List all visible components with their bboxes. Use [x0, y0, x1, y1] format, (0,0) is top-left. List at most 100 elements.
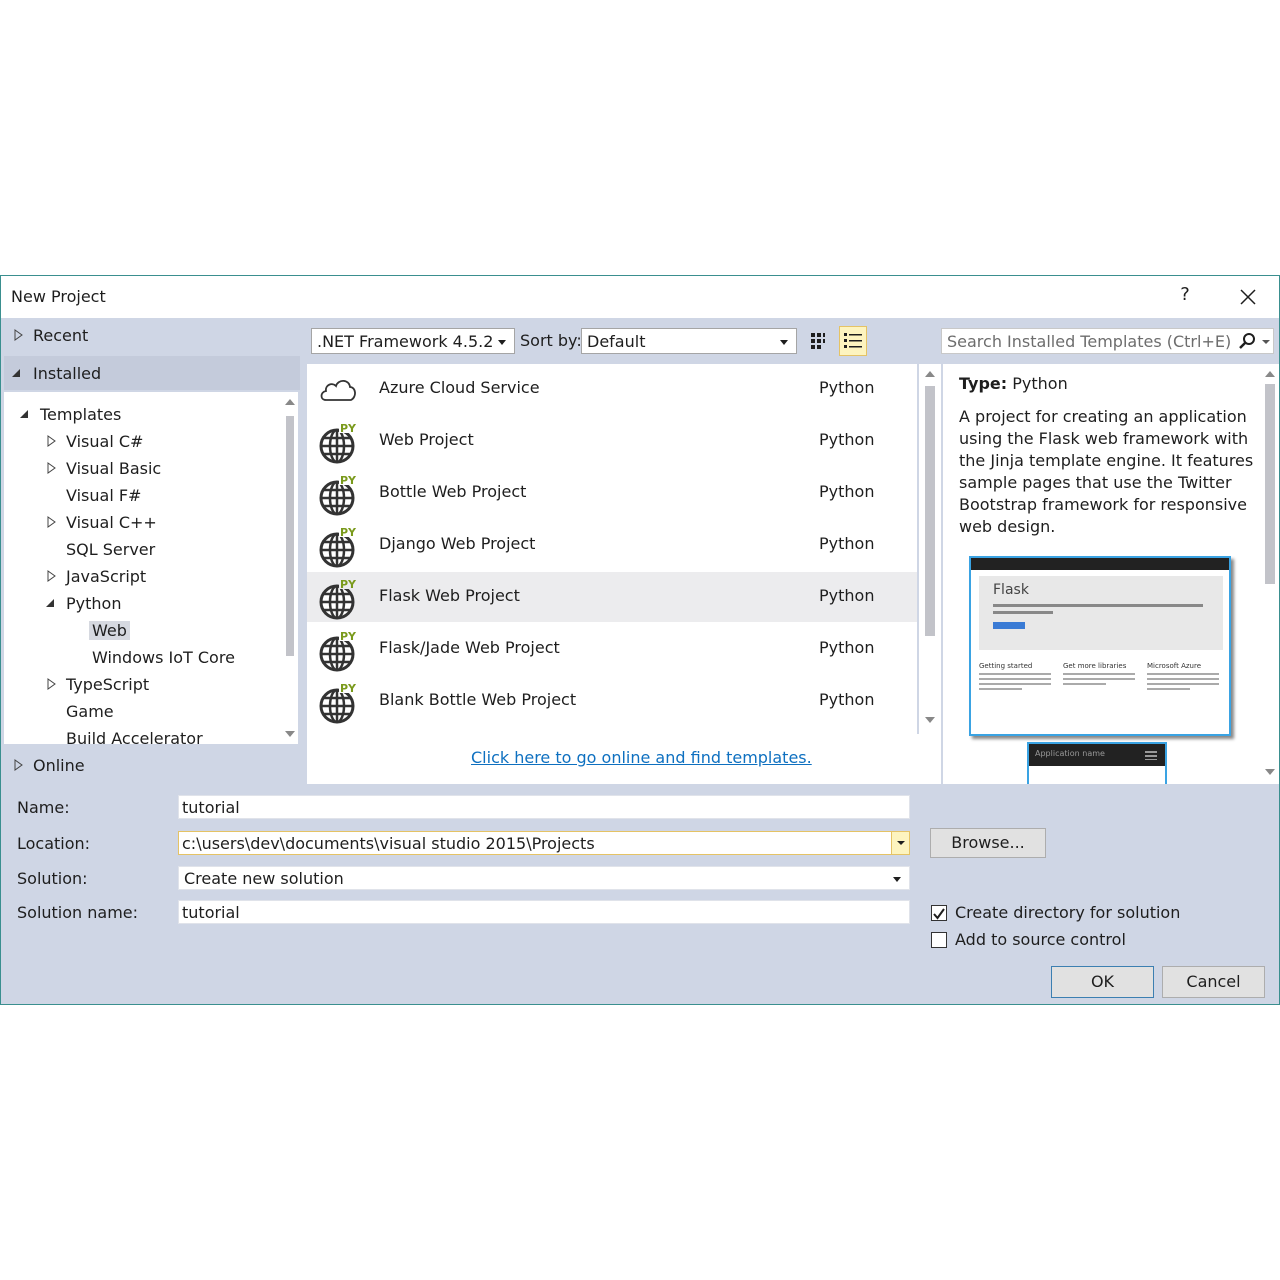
tree-item-templates[interactable]: Templates	[4, 402, 274, 428]
svg-text:PY: PY	[340, 526, 357, 539]
name-field[interactable]: tutorial	[178, 795, 910, 819]
dialog-title: New Project	[11, 287, 106, 306]
scroll-down-icon	[925, 717, 935, 723]
template-language: Python	[819, 586, 875, 605]
python-globe-icon: PY	[319, 422, 359, 464]
tree-item-python[interactable]: Python	[4, 591, 274, 617]
create-directory-label: Create directory for solution	[955, 903, 1181, 922]
framework-select[interactable]: .NET Framework 4.5.2	[311, 328, 515, 354]
tree-label: Windows IoT Core	[92, 648, 235, 667]
sort-by-label: Sort by:	[520, 331, 582, 350]
browse-button[interactable]: Browse...	[930, 828, 1046, 858]
find-online-templates-link[interactable]: Click here to go online and find templat…	[471, 748, 812, 767]
template-name: Blank Bottle Web Project	[379, 690, 577, 709]
tree-item-visual-csharp[interactable]: Visual C#	[4, 429, 274, 455]
template-row-django-web-project[interactable]: PY Django Web Project Python	[307, 520, 917, 570]
cancel-button[interactable]: Cancel	[1162, 966, 1265, 998]
tree-label: Visual Basic	[66, 459, 162, 478]
nav-online[interactable]: Online	[1, 748, 299, 782]
scroll-down-icon	[1265, 769, 1275, 775]
source-control-label: Add to source control	[955, 930, 1126, 949]
nav-installed[interactable]: Installed	[4, 356, 300, 390]
search-options-chevron-icon[interactable]	[1262, 340, 1270, 344]
template-row-web-project[interactable]: PY Web Project Python	[307, 416, 917, 466]
location-label: Location:	[17, 834, 91, 853]
source-control-checkbox[interactable]	[931, 932, 947, 948]
chevron-down-icon	[893, 877, 901, 882]
tree-label: TypeScript	[66, 675, 150, 694]
hamburger-menu-icon	[1145, 751, 1157, 760]
type-line: Type: Python	[959, 374, 1068, 393]
preview-mobile-navbar: Application name	[1029, 744, 1165, 766]
tree-item-visual-basic[interactable]: Visual Basic	[4, 456, 274, 482]
details-scroll-thumb[interactable]	[1265, 384, 1275, 584]
solution-name-field[interactable]: tutorial	[178, 900, 910, 924]
template-row-azure-cloud-service[interactable]: Azure Cloud Service Python	[307, 364, 917, 414]
location-field[interactable]: c:\users\dev\documents\visual studio 201…	[178, 831, 910, 855]
help-button[interactable]: ?	[1171, 284, 1199, 310]
tree-item-javascript[interactable]: JavaScript	[4, 564, 274, 590]
framework-value: .NET Framework 4.5.2	[317, 332, 494, 351]
preview-column: Getting started	[979, 662, 1051, 690]
solution-select[interactable]: Create new solution	[178, 866, 910, 890]
collapse-arrow-icon	[12, 369, 20, 377]
template-row-flask-web-project[interactable]: PY Flask Web Project Python	[307, 572, 917, 622]
tree-item-web[interactable]: Web	[4, 618, 274, 644]
template-row-flask-jade-web-project[interactable]: PY Flask/Jade Web Project Python	[307, 624, 917, 674]
tree-item-game[interactable]: Game	[4, 699, 274, 725]
template-list-scrollbar[interactable]	[919, 364, 941, 734]
template-name: Flask Web Project	[379, 586, 520, 605]
small-icons-view-button[interactable]	[807, 328, 831, 354]
template-tree: Templates Visual C# Visual Basic Visual …	[4, 392, 282, 744]
template-row-blank-bottle-web-project[interactable]: PY Blank Bottle Web Project Python	[307, 676, 917, 726]
tree-scrollbar[interactable]	[282, 392, 298, 744]
svg-text:PY: PY	[340, 422, 357, 435]
list-view-button[interactable]	[839, 326, 867, 356]
scroll-up-icon	[925, 371, 935, 377]
close-button[interactable]	[1233, 282, 1263, 312]
svg-text:PY: PY	[340, 682, 357, 695]
tree-label: Web	[89, 621, 130, 640]
chevron-down-icon	[897, 841, 905, 845]
tree-item-typescript[interactable]: TypeScript	[4, 672, 274, 698]
ok-button[interactable]: OK	[1051, 966, 1154, 998]
chevron-down-icon	[498, 340, 506, 345]
expand-arrow-icon	[47, 570, 56, 582]
tree-item-visual-cpp[interactable]: Visual C++	[4, 510, 274, 536]
tree-item-build-accelerator[interactable]: Build Accelerator	[4, 726, 274, 744]
tree-item-sql-server[interactable]: SQL Server	[4, 537, 274, 563]
search-box	[941, 328, 1274, 354]
expand-arrow-icon	[47, 462, 56, 474]
sort-select[interactable]: Default	[581, 328, 797, 354]
create-directory-checkbox[interactable]	[931, 905, 947, 921]
tree-label: SQL Server	[66, 540, 156, 559]
nav-installed-label: Installed	[33, 364, 102, 383]
template-preview-mobile: Application name	[1027, 742, 1167, 784]
search-icon[interactable]	[1238, 332, 1256, 350]
preview-mobile-title: Application name	[1035, 749, 1105, 758]
template-name: Flask/Jade Web Project	[379, 638, 560, 657]
scroll-up-icon	[1265, 371, 1275, 377]
expand-arrow-icon	[14, 759, 23, 771]
search-input[interactable]	[942, 329, 1232, 353]
details-scrollbar[interactable]	[1259, 364, 1279, 784]
location-dropdown-button[interactable]	[891, 832, 909, 854]
template-language: Python	[819, 534, 875, 553]
preview-hero: Flask	[979, 576, 1223, 650]
template-row-bottle-web-project[interactable]: PY Bottle Web Project Python	[307, 468, 917, 518]
tree-item-windows-iot-core[interactable]: Windows IoT Core	[4, 645, 274, 671]
preview-column-heading: Getting started	[979, 662, 1033, 670]
tree-label: Visual F#	[66, 486, 142, 505]
solution-name-value: tutorial	[182, 903, 240, 922]
python-globe-icon: PY	[319, 630, 359, 672]
template-name: Azure Cloud Service	[379, 378, 540, 397]
template-list-scroll-thumb[interactable]	[925, 386, 935, 636]
tree-item-visual-fsharp[interactable]: Visual F#	[4, 483, 274, 509]
tree-scroll-thumb[interactable]	[286, 416, 294, 656]
expand-arrow-icon	[14, 329, 23, 341]
template-language: Python	[819, 638, 875, 657]
checkmark-icon	[933, 908, 945, 920]
preview-hero-title: Flask	[993, 582, 1029, 598]
nav-recent[interactable]: Recent	[1, 318, 299, 352]
template-name: Bottle Web Project	[379, 482, 527, 501]
